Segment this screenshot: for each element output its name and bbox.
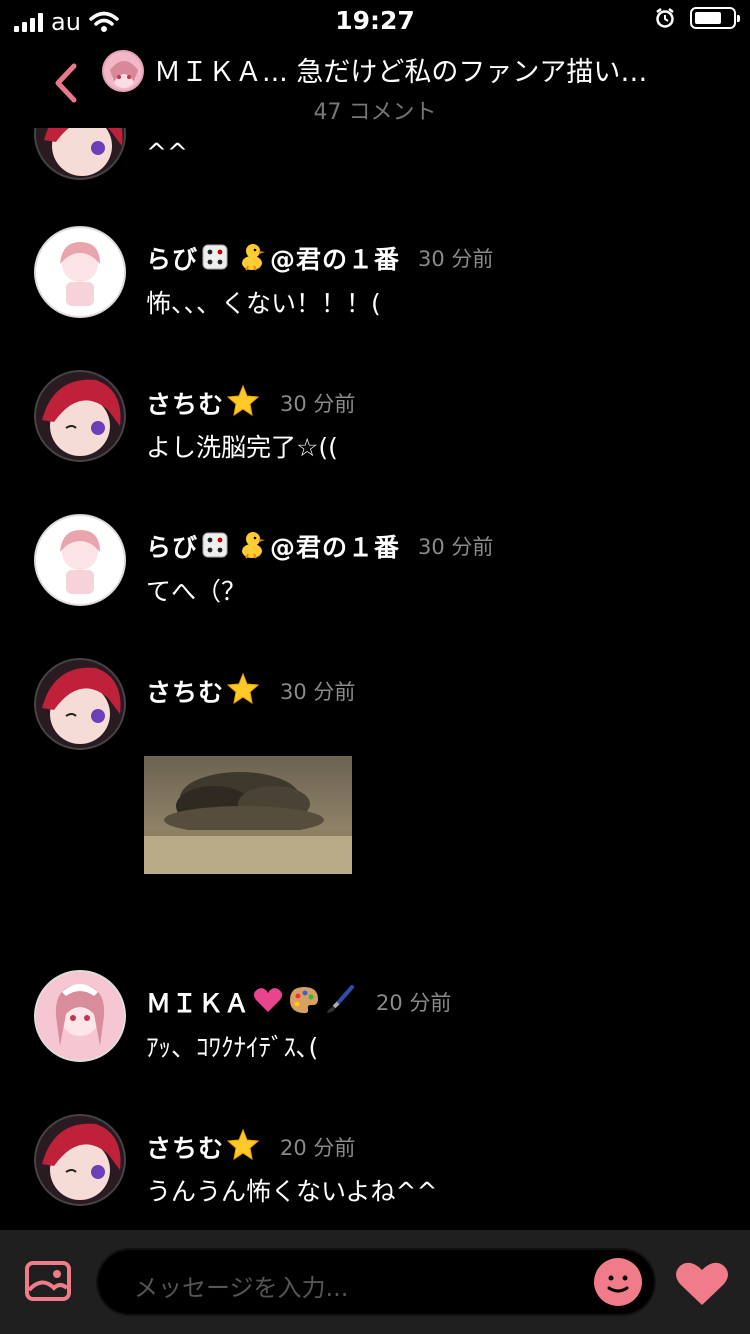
author-suffix: @君の１番: [270, 533, 401, 562]
alarm-icon: [656, 8, 674, 28]
timestamp: 20 分前: [376, 991, 452, 1015]
message-text: てへ（？: [146, 577, 247, 606]
comment-count: 47 コメント: [313, 100, 437, 125]
message-input[interactable]: メッセージを入力...: [96, 1248, 656, 1316]
chick-icon: [236, 528, 268, 564]
message-input-placeholder: メッセージを入力...: [134, 1274, 349, 1302]
explosion-image[interactable]: [144, 756, 352, 874]
like-heart-icon[interactable]: [674, 1258, 730, 1308]
star-icon: [226, 384, 260, 422]
chick-icon: [236, 240, 268, 276]
chat-title[interactable]: ＭＩＫＡ... 急だけど私のファンア描い…: [154, 50, 714, 89]
message-text: ^^: [146, 138, 188, 167]
timestamp: 30 分前: [280, 680, 356, 704]
message-list[interactable]: ^^ らび @君の１番 30 分前 怖、、、くない！！！( さちむ 30 分前 …: [0, 128, 750, 1230]
avatar[interactable]: [34, 1114, 126, 1206]
author-name: さちむ: [146, 390, 225, 419]
group-avatar[interactable]: [102, 50, 144, 92]
sticker-button[interactable]: [594, 1258, 642, 1306]
avatar[interactable]: [34, 658, 126, 750]
timestamp: 20 分前: [280, 1136, 356, 1160]
paintbrush-icon: [324, 984, 356, 1020]
image-attach-icon[interactable]: [24, 1260, 72, 1302]
timestamp: 30 分前: [418, 247, 494, 271]
timestamp: 30 分前: [280, 392, 356, 416]
dice-icon: [200, 240, 232, 276]
avatar[interactable]: [34, 128, 126, 180]
star-icon: [226, 672, 260, 710]
author-name: らび: [146, 533, 199, 562]
palette-icon: [288, 984, 320, 1020]
chat-header: ＭＩＫＡ... 急だけど私のファンア描い… 47 コメント: [0, 40, 750, 128]
battery-icon: [690, 7, 740, 29]
status-bar: au 19:27: [0, 0, 750, 40]
message-text: ｱｯ、ｺﾜｸﾅｲﾃﾞｽ､(: [146, 1033, 319, 1062]
message-text: よし洗脳完了☆((: [146, 433, 338, 462]
clock: 19:27: [335, 6, 415, 35]
avatar[interactable]: [34, 970, 126, 1062]
avatar[interactable]: [34, 370, 126, 462]
timestamp: 30 分前: [418, 535, 494, 559]
smile-icon: [607, 1275, 629, 1293]
star-icon: [226, 1128, 260, 1166]
message-text: うんうん怖くないよね^^: [146, 1177, 438, 1206]
composer-bar: メッセージを入力...: [0, 1230, 750, 1334]
avatar[interactable]: [34, 226, 126, 318]
author-name: さちむ: [146, 678, 225, 707]
author-name: らび: [146, 245, 199, 274]
avatar[interactable]: [34, 514, 126, 606]
dice-icon: [200, 528, 232, 564]
author-name: ＭＩＫＡ: [146, 989, 251, 1018]
pink-heart-icon: [252, 984, 284, 1020]
author-suffix: @君の１番: [270, 245, 401, 274]
author-name: さちむ: [146, 1134, 225, 1163]
message-text: 怖、、、くない！！！(: [146, 289, 381, 318]
